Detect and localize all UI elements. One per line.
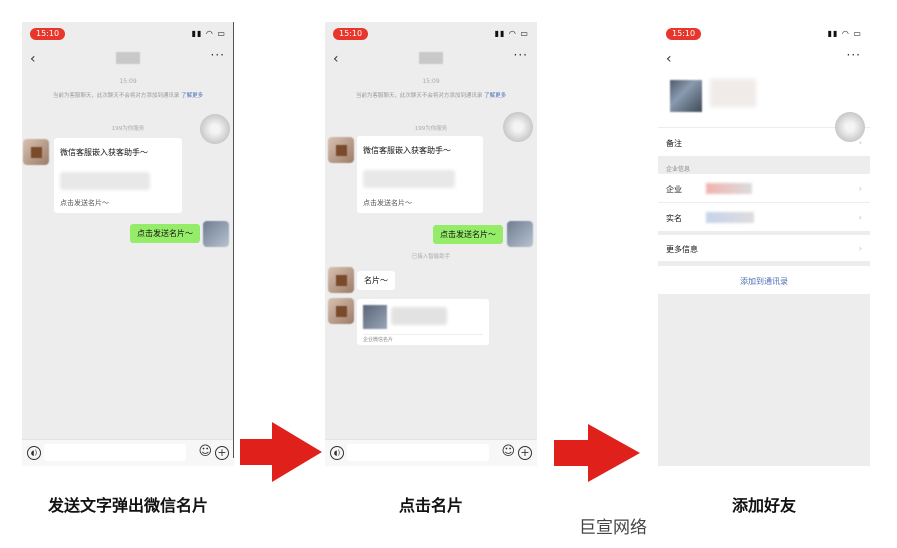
status-time: 15:10 bbox=[30, 28, 66, 40]
right-arrow-icon bbox=[240, 422, 322, 482]
chat-input-bar: ◖) ☺ + bbox=[325, 439, 537, 466]
agent-avatar-3[interactable] bbox=[328, 298, 354, 324]
more-icon[interactable]: ··· bbox=[514, 48, 528, 62]
sent-message-bubble[interactable]: 点击发送名片～ bbox=[130, 224, 200, 243]
caption-step-3: 添加好友 bbox=[731, 496, 796, 515]
company-label: 企业 bbox=[666, 185, 682, 194]
phone-screen-tap-card: 15:10 ▮▮ ◠ ▭ ‹ ··· 15:09 当前为客服聊天，此次聊天不会将… bbox=[325, 22, 537, 466]
status-icons: ▮▮ ◠ ▭ bbox=[827, 29, 862, 38]
agent-avatar-2[interactable] bbox=[328, 267, 354, 293]
welcome-card[interactable]: 微信客服嵌入获客助手～ 点击发送名片～ bbox=[357, 136, 483, 213]
agent-avatar[interactable] bbox=[23, 139, 49, 165]
status-icons: ▮▮ ◠ ▭ bbox=[191, 29, 226, 38]
welcome-card[interactable]: 微信客服嵌入获客助手～ 点击发送名片～ bbox=[54, 138, 182, 213]
more-info-label: 更多信息 bbox=[666, 245, 698, 254]
chevron-right-icon: › bbox=[858, 138, 862, 147]
profile-name bbox=[710, 79, 756, 107]
back-icon[interactable]: ‹ bbox=[666, 51, 672, 67]
emoji-icon[interactable]: ☺ bbox=[198, 445, 212, 459]
sent-message-bubble[interactable]: 点击发送名片～ bbox=[433, 225, 503, 244]
arrow-shape bbox=[240, 422, 322, 482]
company-row[interactable]: 企业 › bbox=[658, 174, 870, 202]
plus-icon[interactable]: + bbox=[518, 446, 532, 460]
message-timestamp: 15:09 bbox=[422, 78, 440, 85]
back-icon[interactable]: ‹ bbox=[30, 51, 36, 67]
namecard-blurred-name bbox=[391, 307, 447, 325]
realname-row[interactable]: 实名 › bbox=[658, 203, 870, 231]
panel-divider bbox=[233, 22, 234, 458]
customer-service-notice: 当前为客服聊天，此次聊天不会将对方添加到通讯录 了解更多 bbox=[341, 92, 521, 101]
caption-step-2: 点击名片 bbox=[398, 496, 463, 515]
add-to-contacts-button[interactable]: 添加到通讯录 bbox=[658, 276, 870, 287]
realname-label: 实名 bbox=[666, 214, 682, 223]
right-arrow-icon bbox=[554, 424, 640, 482]
phone-screen-profile: 15:10 ▮▮ ◠ ▭ ‹ ··· 备注 › 企业信息 企业 › 实名 › 更… bbox=[658, 22, 870, 466]
chat-input-bar: ◖) ☺ + bbox=[22, 439, 234, 466]
learn-more-link[interactable]: 了解更多 bbox=[181, 93, 203, 99]
message-input[interactable] bbox=[44, 444, 186, 461]
chevron-right-icon: › bbox=[858, 213, 862, 222]
plus-icon[interactable]: + bbox=[215, 446, 229, 460]
more-icon[interactable]: ··· bbox=[211, 48, 225, 62]
voice-icon[interactable]: ◖) bbox=[27, 446, 41, 460]
chevron-right-icon: › bbox=[858, 244, 862, 253]
user-avatar[interactable] bbox=[203, 221, 229, 247]
card-blurred-content bbox=[363, 170, 455, 188]
welcome-card-footer: 点击发送名片～ bbox=[363, 199, 412, 207]
message-input[interactable] bbox=[347, 444, 489, 461]
chat-title bbox=[419, 52, 443, 64]
watermark: 巨宣网络 bbox=[579, 518, 647, 538]
enterprise-section-label: 企业信息 bbox=[666, 166, 691, 173]
status-time: 15:10 bbox=[666, 28, 702, 40]
voice-icon[interactable]: ◖) bbox=[330, 446, 344, 460]
remark-label: 备注 bbox=[666, 139, 682, 148]
more-info-row[interactable]: 更多信息 › bbox=[658, 235, 870, 261]
namecard-footer: 企业微信名片 bbox=[363, 337, 394, 343]
realname-value bbox=[706, 212, 754, 223]
emoji-icon[interactable]: ☺ bbox=[501, 445, 515, 459]
welcome-card-title: 微信客服嵌入获客助手～ bbox=[60, 148, 148, 157]
caption-step-1: 发送文字弹出微信名片 bbox=[47, 496, 208, 515]
phone-screen-send-text: 15:10 ▮▮ ◠ ▭ ‹ ··· 15:09 当前为客服聊天，此次聊天不会将… bbox=[22, 22, 234, 466]
customer-service-notice: 当前为客服聊天，此次聊天不会将对方添加到通讯录 了解更多 bbox=[38, 92, 218, 101]
floating-assistive-button[interactable] bbox=[200, 114, 230, 144]
add-contact-row[interactable]: 添加到通讯录 bbox=[658, 266, 870, 294]
floating-assistive-button[interactable] bbox=[503, 112, 533, 142]
agent-avatar[interactable] bbox=[328, 137, 354, 163]
namecard-avatar bbox=[363, 305, 387, 329]
learn-more-link[interactable]: 了解更多 bbox=[484, 93, 506, 99]
welcome-card-footer: 点击发送名片～ bbox=[60, 199, 109, 207]
card-blurred-content bbox=[60, 172, 150, 190]
profile-avatar[interactable] bbox=[670, 80, 702, 112]
arrow-shape bbox=[554, 424, 640, 482]
received-message-bubble[interactable]: 名片～ bbox=[357, 271, 395, 290]
business-namecard[interactable]: 企业微信名片 bbox=[357, 299, 489, 345]
floating-assistive-button[interactable] bbox=[835, 112, 865, 142]
company-value bbox=[706, 183, 752, 194]
user-avatar[interactable] bbox=[507, 221, 533, 247]
notice-text: 当前为客服聊天，此次聊天不会将对方添加到通讯录 bbox=[355, 93, 483, 99]
status-icons: ▮▮ ◠ ▭ bbox=[494, 29, 529, 38]
system-message-assistant: 已接入智能助手 bbox=[411, 254, 451, 260]
namecard-divider bbox=[363, 334, 483, 335]
chevron-right-icon: › bbox=[858, 184, 862, 193]
notice-text: 当前为客服聊天，此次聊天不会将对方添加到通讯录 bbox=[52, 93, 180, 99]
chat-title bbox=[116, 52, 140, 64]
more-icon[interactable]: ··· bbox=[847, 48, 861, 62]
message-timestamp: 15:09 bbox=[119, 78, 137, 85]
welcome-card-title: 微信客服嵌入获客助手～ bbox=[363, 146, 451, 155]
status-time: 15:10 bbox=[333, 28, 369, 40]
back-icon[interactable]: ‹ bbox=[333, 51, 339, 67]
